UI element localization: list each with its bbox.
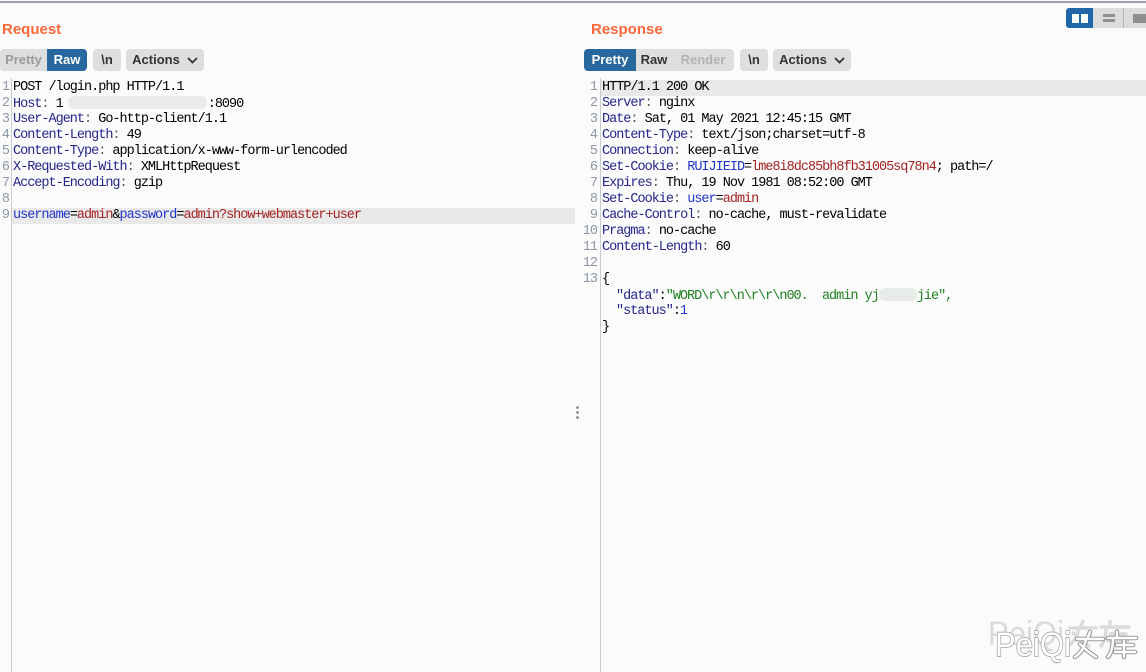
svg-text:PeiQi: PeiQi: [995, 626, 1071, 664]
